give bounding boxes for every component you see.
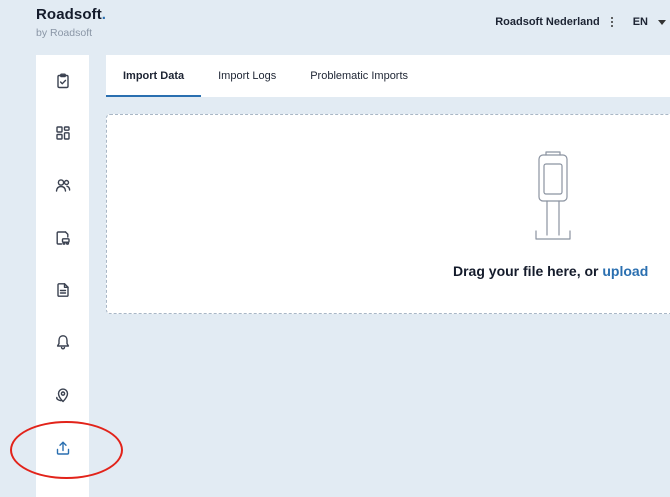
sidebar-item-dashboard[interactable] [36,118,89,148]
annotation-circle [10,421,123,479]
bell-icon [56,335,69,350]
header-right: Roadsoft Nederland EN [495,15,670,29]
tab-bar: Import Data Import Logs Problematic Impo… [106,55,670,97]
sidebar-item-vehicles[interactable] [36,223,89,253]
file-dropzone[interactable]: Drag your file here, or upload [106,114,670,314]
sidebar-item-notifications[interactable] [36,327,89,357]
sidebar-item-users[interactable] [36,170,89,200]
brand: Roadsoft. by Roadsoft [36,6,106,39]
clipboard-check-icon [56,73,69,89]
upload-link[interactable]: upload [602,263,648,279]
dropzone-text: Drag your file here, or upload [453,263,649,279]
brand-logo[interactable]: Roadsoft. [36,6,106,23]
location-pin-icon [55,388,68,403]
tab-import-logs[interactable]: Import Logs [201,55,293,97]
more-options-icon[interactable] [605,15,619,29]
dashboard-grid-icon [55,126,70,140]
sidebar-item-checklists[interactable] [36,66,89,96]
brand-subtitle: by Roadsoft [36,27,93,39]
sidebar-item-locations[interactable] [36,380,89,410]
tab-import-data[interactable]: Import Data [106,55,202,97]
tab-problematic-imports[interactable]: Problematic Imports [293,55,425,97]
document-icon [56,283,69,297]
sidebar-item-documents[interactable] [36,275,89,305]
caret-down-icon[interactable] [658,19,666,25]
organization-name[interactable]: Roadsoft Nederland [495,16,600,28]
vehicle-document-icon [56,231,70,245]
users-icon [55,179,70,192]
file-upload-illustration [535,151,571,240]
language-selector[interactable]: EN [633,16,648,28]
